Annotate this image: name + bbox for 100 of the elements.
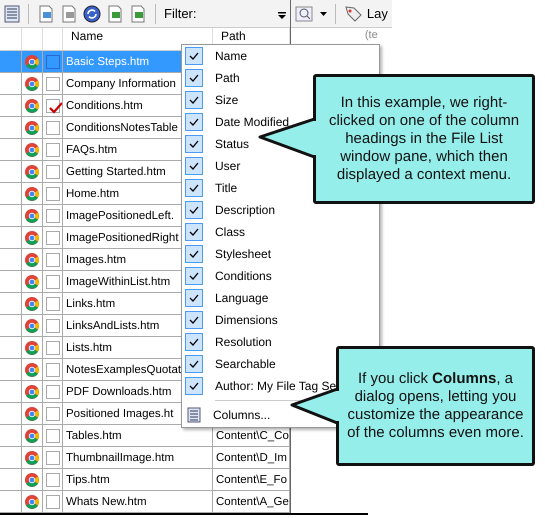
checkbox[interactable] bbox=[46, 142, 60, 156]
checkbox[interactable] bbox=[46, 120, 60, 134]
file-name: Company Information bbox=[66, 78, 176, 90]
checkbox[interactable] bbox=[46, 186, 60, 200]
menu-checkbox[interactable] bbox=[185, 135, 203, 153]
color-wheel-icon bbox=[25, 384, 39, 398]
check-mark-icon bbox=[189, 228, 199, 236]
search-icon[interactable] bbox=[294, 4, 315, 22]
toolbar-label[interactable]: Lay bbox=[366, 6, 388, 21]
file-name: PDF Downloads.htm bbox=[66, 386, 172, 398]
file-name: Basic Steps.htm bbox=[66, 56, 150, 68]
color-wheel-icon bbox=[25, 186, 39, 200]
color-wheel-icon bbox=[25, 164, 39, 178]
hint-text: (te bbox=[364, 28, 379, 41]
menu-checkbox[interactable] bbox=[185, 47, 203, 65]
menu-checkbox[interactable] bbox=[185, 267, 203, 285]
check-mark-icon bbox=[189, 382, 199, 390]
file-row[interactable]: Tips.htm Content\E_Fo bbox=[0, 469, 290, 491]
filter-label: Filter: bbox=[164, 6, 196, 21]
menu-checkbox[interactable] bbox=[185, 333, 203, 351]
check-mark-icon bbox=[189, 96, 199, 104]
file-name: ImagePositionedRight bbox=[66, 232, 179, 244]
check-mark-icon bbox=[189, 74, 199, 82]
file-name: LinksAndLists.htm bbox=[66, 320, 160, 332]
file-name: Positioned Images.ht bbox=[66, 408, 174, 420]
check-mark-icon bbox=[189, 162, 199, 170]
list-icon bbox=[187, 407, 201, 423]
color-wheel-icon bbox=[25, 142, 39, 156]
color-wheel-icon bbox=[25, 120, 39, 134]
file-name: Home.htm bbox=[66, 188, 120, 200]
file-name: ThumbnailImage.htm bbox=[66, 452, 174, 464]
checkbox[interactable] bbox=[46, 428, 60, 442]
menu-checkbox[interactable] bbox=[185, 69, 203, 87]
menu-checkbox[interactable] bbox=[185, 289, 203, 307]
menu-checkbox[interactable] bbox=[185, 113, 203, 131]
checkbox[interactable] bbox=[46, 362, 60, 376]
color-wheel-icon bbox=[25, 296, 39, 310]
file-row[interactable]: Tables.htm Content\C_Co bbox=[0, 425, 290, 447]
spreadsheet-icon[interactable] bbox=[129, 4, 147, 22]
color-wheel-icon bbox=[25, 274, 39, 288]
file-name: ImageWithinList.htm bbox=[66, 276, 170, 288]
check-mark-icon bbox=[189, 140, 199, 148]
dropdown-arrow-icon[interactable] bbox=[278, 12, 286, 20]
checkbox[interactable] bbox=[46, 296, 60, 310]
tag-icon[interactable] bbox=[344, 4, 362, 22]
document-icon[interactable] bbox=[37, 4, 55, 22]
color-wheel-icon bbox=[25, 76, 39, 90]
menu-item[interactable]: Columns... bbox=[183, 404, 276, 426]
checkbox[interactable] bbox=[46, 230, 60, 244]
checkbox[interactable] bbox=[46, 340, 60, 354]
check-mark-icon bbox=[189, 294, 199, 302]
file-name: ConditionsNotesTable bbox=[66, 122, 178, 134]
check-mark-icon bbox=[189, 272, 199, 280]
menu-checkbox[interactable] bbox=[185, 311, 203, 329]
checkbox[interactable] bbox=[46, 252, 60, 266]
menu-checkbox[interactable] bbox=[185, 179, 203, 197]
spreadsheet-icon[interactable] bbox=[106, 4, 124, 22]
checkbox[interactable] bbox=[46, 318, 60, 332]
checkbox[interactable] bbox=[46, 384, 60, 398]
menu-checkbox[interactable] bbox=[185, 201, 203, 219]
menu-checkbox[interactable] bbox=[185, 157, 203, 175]
color-wheel-icon bbox=[25, 318, 39, 332]
checkbox[interactable] bbox=[46, 76, 60, 90]
file-name: FAQs.htm bbox=[66, 144, 118, 156]
file-row[interactable]: ThumbnailImage.htm Content\D_Im bbox=[0, 447, 290, 469]
checkbox[interactable] bbox=[46, 274, 60, 288]
menu-checkbox[interactable] bbox=[185, 223, 203, 241]
color-wheel-icon bbox=[25, 98, 39, 112]
color-wheel-icon bbox=[25, 494, 39, 508]
color-wheel-icon bbox=[25, 472, 39, 486]
checkbox[interactable] bbox=[46, 208, 60, 222]
menu-checkbox[interactable] bbox=[185, 91, 203, 109]
caret-icon[interactable] bbox=[320, 12, 327, 16]
checkbox[interactable] bbox=[46, 164, 60, 178]
menu-checkbox[interactable] bbox=[185, 377, 203, 395]
checkbox[interactable] bbox=[46, 450, 60, 464]
check-mark-icon bbox=[189, 52, 199, 60]
checkbox[interactable] bbox=[46, 98, 60, 112]
color-wheel-icon bbox=[25, 362, 39, 376]
checkbox[interactable] bbox=[46, 406, 60, 420]
document-icon[interactable] bbox=[60, 4, 78, 22]
menu-checkbox[interactable] bbox=[185, 245, 203, 263]
file-name: Getting Started.htm bbox=[66, 166, 166, 178]
color-wheel-icon bbox=[25, 406, 39, 420]
checkbox[interactable] bbox=[46, 494, 60, 508]
menu-checkbox[interactable] bbox=[185, 355, 203, 373]
callout-tooltip: In this example, we right-clicked on one of the column headings in the File List window pane, which then displayed a context menu. bbox=[313, 74, 535, 204]
check-mark-icon bbox=[189, 184, 199, 192]
check-mark-icon bbox=[189, 360, 199, 368]
color-wheel-icon bbox=[25, 340, 39, 354]
file-name: Links.htm bbox=[66, 298, 116, 310]
file-name: Tips.htm bbox=[66, 474, 110, 486]
file-name: Tables.htm bbox=[66, 430, 122, 442]
checkbox[interactable] bbox=[46, 472, 60, 486]
file-row[interactable]: Whats New.htm Content\A_Ge bbox=[0, 491, 290, 513]
color-wheel-icon bbox=[25, 252, 39, 266]
checkbox[interactable] bbox=[46, 54, 60, 68]
check-mark-icon bbox=[189, 118, 199, 126]
refresh-icon[interactable] bbox=[83, 4, 101, 22]
list-icon[interactable] bbox=[4, 4, 20, 22]
